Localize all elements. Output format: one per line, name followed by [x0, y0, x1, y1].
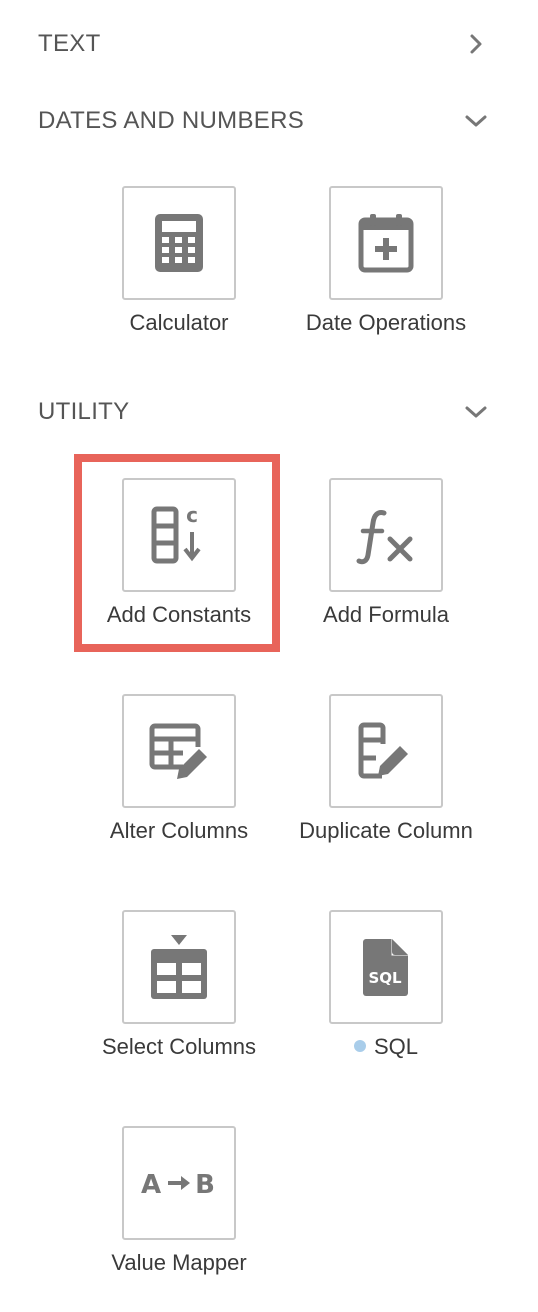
tile-box-calculator[interactable] — [122, 186, 236, 300]
section-header-utility[interactable]: UTILITY — [38, 392, 498, 432]
chevron-down-icon[interactable] — [462, 398, 490, 426]
section-title-utility: UTILITY — [38, 398, 130, 425]
sql-icon-text: SQL — [368, 969, 402, 987]
select-columns-icon — [151, 935, 207, 999]
tile-box-duplicate-column[interactable] — [329, 694, 443, 808]
tile-box-value-mapper[interactable]: A B — [122, 1126, 236, 1240]
tile-add-formula[interactable]: Add Formula — [286, 478, 486, 638]
tile-label-sql: SQL — [266, 1034, 506, 1060]
calculator-icon — [155, 214, 203, 272]
tile-box-alter-columns[interactable] — [122, 694, 236, 808]
section-title-dates-and-numbers: DATES AND NUMBERS — [38, 107, 305, 134]
svg-text:B: B — [195, 1170, 215, 1200]
section-header-dates-and-numbers[interactable]: DATES AND NUMBERS — [38, 101, 498, 141]
tile-label-select-columns: Select Columns — [101, 1034, 257, 1059]
tile-label-date-operations: Date Operations — [305, 310, 467, 335]
status-dot — [353, 1040, 366, 1053]
tile-add-constants[interactable]: c Add Constants — [79, 478, 279, 638]
tile-label-add-constants: Add Constants — [106, 602, 252, 627]
tile-alter-columns[interactable]: Alter Columns — [79, 694, 279, 854]
tile-box-add-constants[interactable]: c — [122, 478, 236, 592]
svg-text:c: c — [186, 504, 198, 527]
chevron-down-icon[interactable] — [462, 107, 490, 135]
tile-select-columns[interactable]: Select Columns — [79, 910, 279, 1070]
tile-duplicate-column[interactable]: Duplicate Column — [286, 694, 486, 854]
svg-text:A: A — [141, 1170, 161, 1200]
tile-box-sql[interactable]: SQL — [329, 910, 443, 1024]
tile-value-mapper[interactable]: A B Value Mapper — [79, 1126, 279, 1286]
tile-box-add-formula[interactable] — [329, 478, 443, 592]
tile-label-calculator: Calculator — [129, 310, 229, 335]
tile-box-select-columns[interactable] — [122, 910, 236, 1024]
alter-columns-icon — [149, 723, 207, 779]
tile-label-alter-columns: Alter Columns — [109, 818, 249, 843]
sql-file-icon: SQL — [363, 939, 408, 996]
chevron-right-icon[interactable] — [462, 30, 490, 58]
calendar-plus-icon — [358, 214, 414, 273]
formula-fx-icon — [356, 510, 413, 565]
tile-date-operations[interactable]: Date Operations — [286, 186, 486, 346]
tile-label-value-mapper: Value Mapper — [111, 1250, 247, 1275]
duplicate-column-icon — [358, 722, 408, 779]
tile-calculator[interactable]: Calculator — [79, 186, 279, 346]
tile-sql[interactable]: SQL SQL — [286, 910, 486, 1070]
section-title-text: TEXT — [38, 30, 101, 57]
tile-box-date-operations[interactable] — [329, 186, 443, 300]
tile-label-sql-text: SQL — [373, 1034, 419, 1059]
tile-label-add-formula: Add Formula — [323, 602, 449, 627]
section-header-text[interactable]: TEXT — [38, 24, 498, 64]
tile-label-duplicate-column: Duplicate Column — [299, 818, 473, 843]
add-constants-icon: c — [151, 504, 201, 564]
value-mapper-icon: A B — [141, 1170, 215, 1200]
